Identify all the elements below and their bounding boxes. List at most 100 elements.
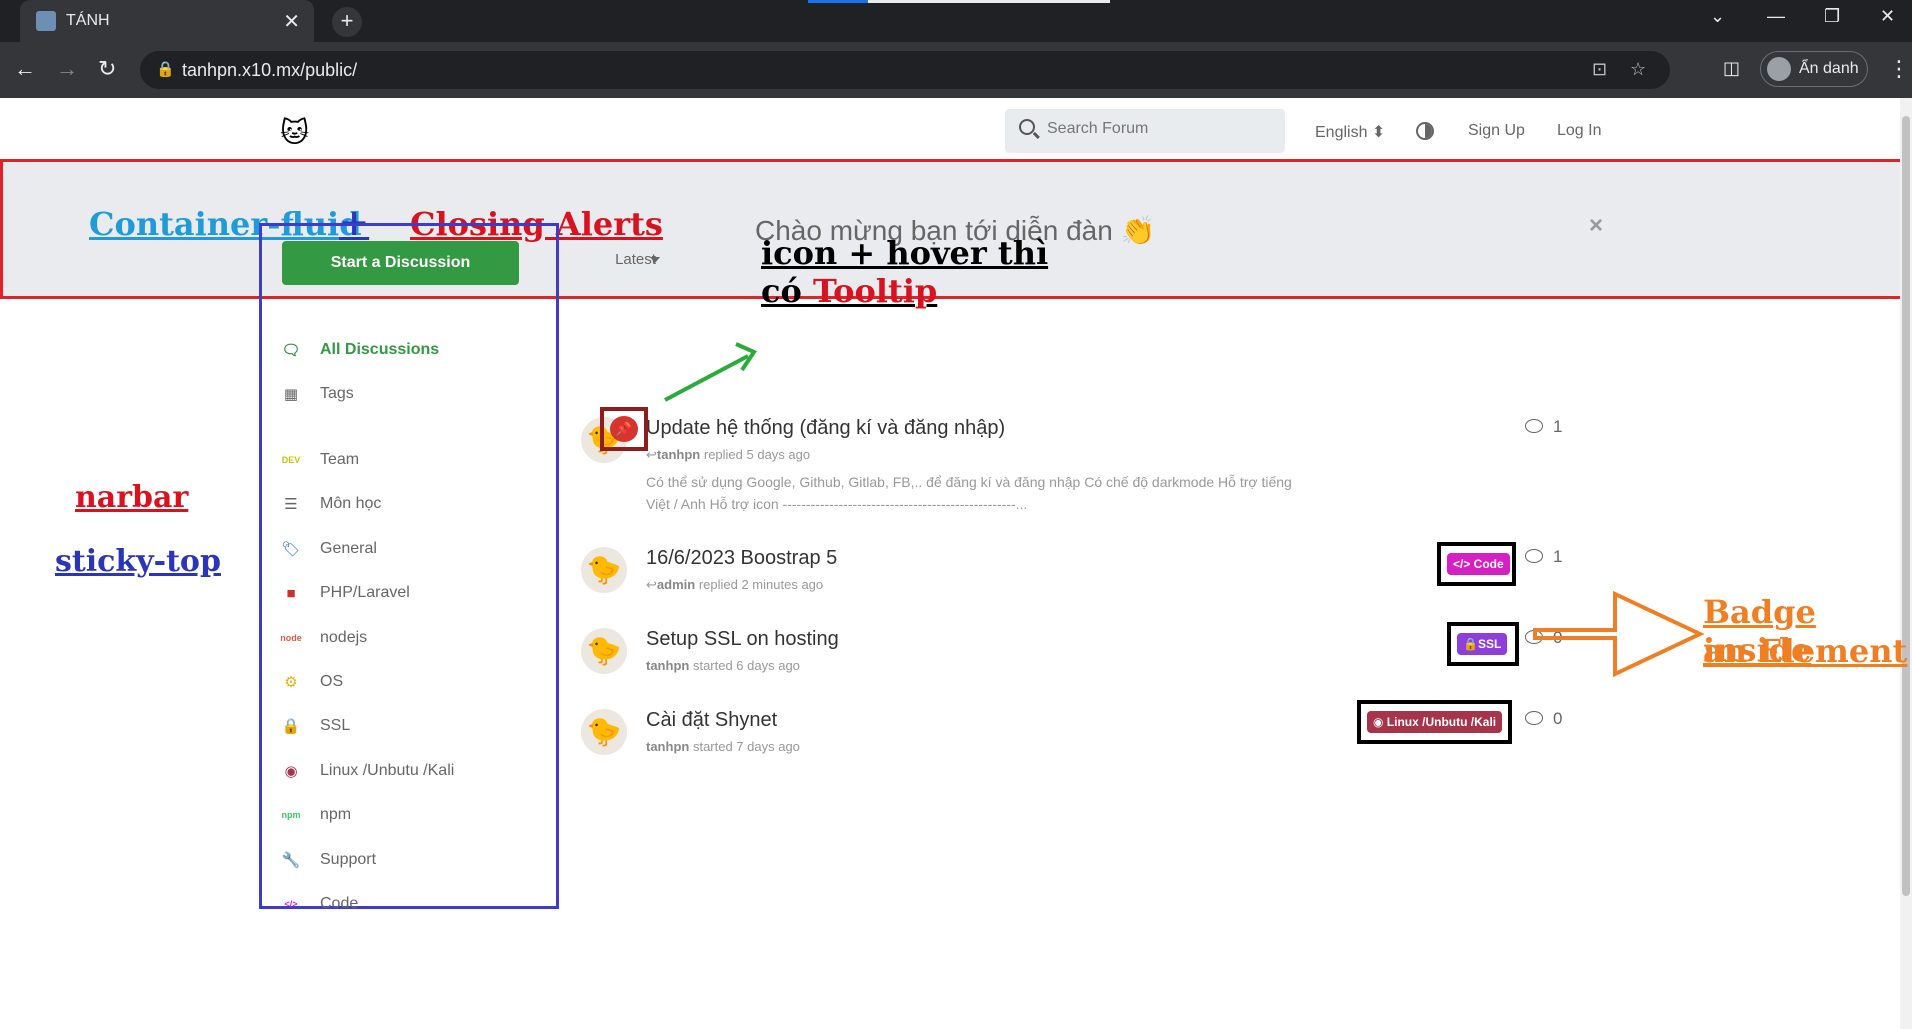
site-logo[interactable]: 🐱 (280, 116, 309, 149)
scrollbar-thumb[interactable] (1902, 116, 1910, 896)
annotation-tooltip-word: Tooltip (812, 272, 938, 310)
sidebar-item[interactable]: ☰ Môn học (280, 490, 540, 518)
close-alert-icon[interactable]: × (1589, 212, 1603, 240)
caret-down-icon (650, 257, 660, 263)
wrench-icon: 🔧 (281, 852, 301, 869)
sidebar-item[interactable]: npm npm (280, 801, 540, 829)
browser-toolbar: ← → ↻ 🔒 tanhpn.x10.mx/public/ ☆ ⊡ ◫ Ẩn d… (0, 42, 1912, 98)
annotation-badge-line2: an Element (1703, 632, 1908, 670)
discussion-title[interactable]: Cài đặt Shynet (646, 709, 777, 732)
close-window-icon[interactable]: ✕ (1880, 6, 1895, 27)
code-icon: </> (284, 899, 298, 909)
search-box[interactable] (1005, 109, 1285, 153)
avatar[interactable]: 🐤 (581, 547, 627, 593)
sidebar-item-label: Linux /Unbutu /Kali (320, 762, 455, 779)
comment-icon (1525, 419, 1543, 433)
discussion-title[interactable]: Update hệ thống (đăng kí và đăng nhập) (646, 417, 1005, 440)
tab-search-icon[interactable]: ⌄ (1710, 6, 1725, 27)
menu-icon[interactable]: ⋮ (1888, 56, 1910, 82)
sidebar-item[interactable]: ◉ Linux /Unbutu /Kali (280, 757, 540, 785)
pin-icon[interactable]: 📌 (610, 416, 638, 442)
sidebar-item[interactable]: node nodejs (280, 624, 540, 652)
profile-label: Ẩn danh (1799, 60, 1859, 77)
sidebar-item[interactable]: ▦ Tags (280, 380, 540, 408)
avatar[interactable]: 🐤 (581, 628, 627, 674)
annotation-tooltip-line1: icon + hover thì (761, 234, 1049, 272)
address-bar[interactable]: 🔒 tanhpn.x10.mx/public/ ☆ ⊡ (140, 51, 1670, 89)
language-selector[interactable]: English ⬍ (1315, 122, 1385, 142)
pinned-highlight-box: 📌 (600, 407, 648, 451)
sidebar-item-label: npm (320, 806, 352, 823)
url-text[interactable]: tanhpn.x10.mx/public/ (182, 60, 357, 81)
discussion-meta: tanhpn started 7 days ago (646, 739, 800, 754)
search-input[interactable] (1047, 120, 1267, 138)
square-icon: ■ (286, 584, 296, 602)
reply-count: 0 (1525, 709, 1562, 729)
log-in-link[interactable]: Log In (1557, 122, 1601, 140)
discussion-title[interactable]: 16/6/2023 Boostrap 5 (646, 547, 837, 570)
badge-highlight-box: </> Code (1437, 542, 1516, 586)
reply-count: 1 (1525, 547, 1562, 567)
tab-strip-indicator (868, 0, 1110, 3)
tag-badge[interactable]: </> Code (1447, 553, 1510, 575)
sidebar-item-label: Team (320, 451, 360, 468)
tags-icon: 🏷 (281, 541, 301, 558)
tag-badge[interactable]: 🔒SSL (1457, 633, 1508, 655)
sign-up-link[interactable]: Sign Up (1468, 122, 1525, 140)
browser-tab[interactable]: TÁNH ✕ (20, 0, 314, 42)
cogs-icon: ⚙ (284, 674, 298, 691)
sidebar-item[interactable]: DEV Team (280, 446, 540, 474)
dev-icon: DEV (281, 455, 301, 465)
sidebar-item[interactable]: 🔒 SSL (280, 712, 540, 740)
avatar[interactable]: 🐤 (581, 709, 627, 755)
sidebar-item-label: Môn học (320, 495, 382, 512)
sidebar-item[interactable]: </> Code (280, 890, 540, 918)
translate-icon[interactable]: ⊡ (1592, 59, 1607, 80)
reply-count-value: 1 (1553, 417, 1563, 436)
sidebar-item[interactable]: ■ PHP/Laravel (280, 579, 540, 607)
tag-badge[interactable]: ◉ Linux /Unbutu /Kali (1367, 711, 1503, 733)
sidebar-item-label: Tags (320, 385, 354, 402)
author-name[interactable]: admin (657, 577, 695, 592)
close-tab-icon[interactable]: ✕ (283, 9, 300, 34)
side-panel-icon[interactable]: ◫ (1723, 58, 1740, 79)
incognito-profile-button[interactable]: Ẩn danh (1760, 51, 1868, 87)
forward-icon[interactable]: → (56, 56, 78, 82)
author-name[interactable]: tanhpn (657, 447, 700, 462)
reply-count-value: 0 (1553, 628, 1563, 647)
tab-title: TÁNH (66, 12, 110, 29)
annotation-text: có (761, 272, 813, 310)
reply-count: 1 (1525, 417, 1562, 437)
list-alt-icon: ☰ (284, 496, 298, 513)
search-icon (1019, 119, 1035, 135)
sidebar-item-label: nodejs (320, 629, 368, 646)
discussion-title[interactable]: Setup SSL on hosting (646, 628, 839, 651)
restore-icon[interactable]: ❐ (1824, 6, 1840, 27)
th-large-icon: ▦ (283, 386, 299, 403)
reply-count-value: 0 (1553, 709, 1563, 728)
npm-icon: npm (281, 810, 301, 820)
badge-highlight-box: ◉ Linux /Unbutu /Kali (1357, 700, 1512, 744)
new-tab-button[interactable]: + (332, 7, 362, 37)
reload-icon[interactable]: ↻ (98, 56, 116, 82)
minimize-icon[interactable]: — (1767, 6, 1785, 27)
activity-text: started 7 days ago (692, 739, 800, 754)
page-scrollbar[interactable] (1900, 98, 1912, 1029)
author-name[interactable]: tanhpn (646, 658, 689, 673)
dark-mode-toggle-icon[interactable] (1416, 122, 1434, 140)
sidebar-item[interactable]: 🔧 Support (280, 846, 540, 874)
sidebar-item[interactable]: 🗨 All Discussions (280, 336, 540, 364)
sort-dropdown[interactable]: Latest (581, 240, 674, 280)
author-name[interactable]: tanhpn (646, 739, 689, 754)
start-discussion-button[interactable]: Start a Discussion (282, 241, 519, 285)
sidebar-item[interactable]: 🏷 General (280, 535, 540, 563)
sidebar-item-label: SSL (320, 717, 351, 734)
sidebar-item[interactable]: ⚙ OS (280, 668, 540, 696)
favicon-icon (36, 11, 56, 31)
activity-text: replied 2 minutes ago (698, 577, 824, 592)
star-icon[interactable]: ☆ (1630, 59, 1646, 80)
annotation-sticky-top: sticky-top (55, 544, 221, 579)
lock-icon[interactable]: 🔒 (156, 60, 175, 78)
node-icon: node (280, 633, 302, 643)
back-icon[interactable]: ← (14, 56, 36, 82)
